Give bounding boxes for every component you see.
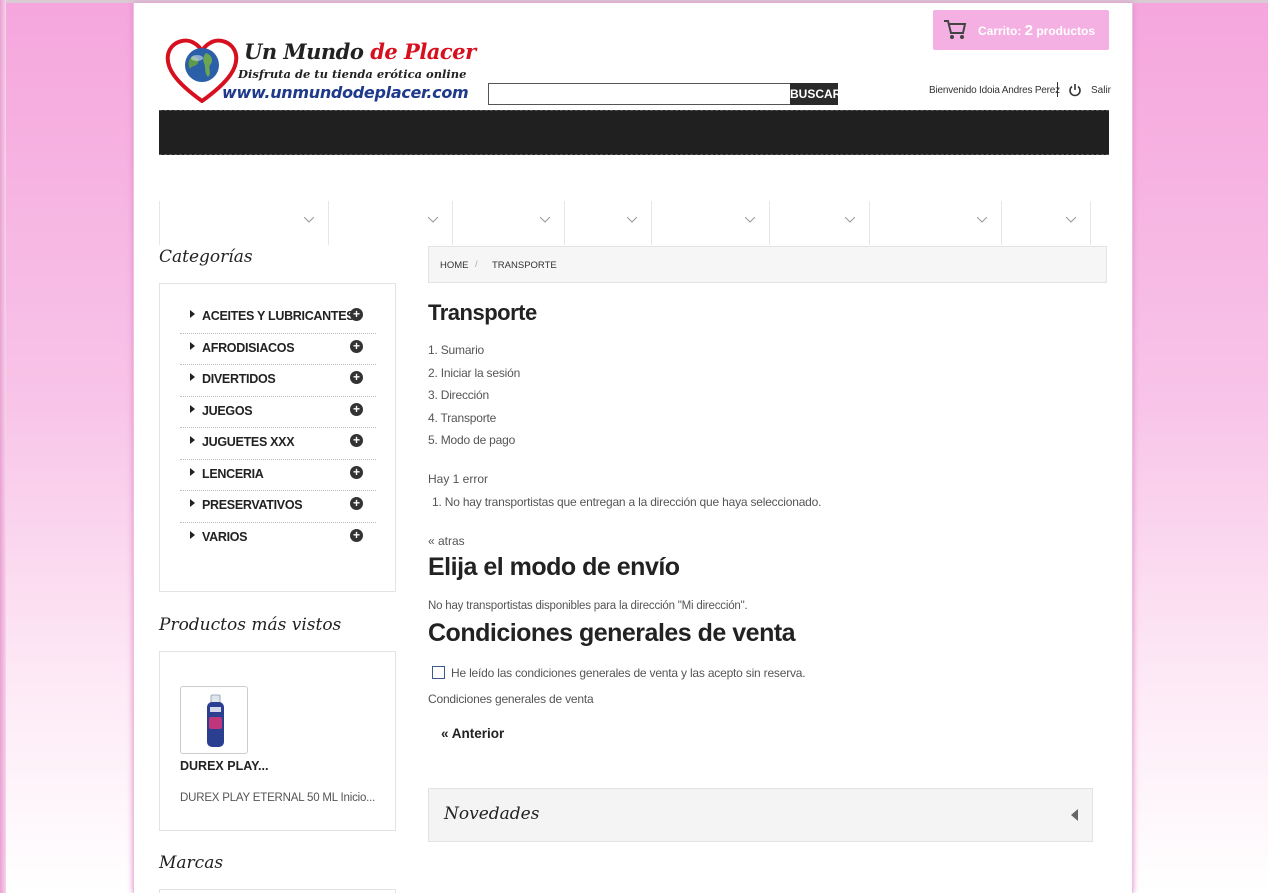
chevron-down-icon xyxy=(745,217,755,223)
categories-title: Categorías xyxy=(159,247,253,267)
brands-box xyxy=(159,889,396,893)
no-carrier-message: No hay transportistas disponibles para l… xyxy=(428,600,748,612)
logo-url: www.unmundodeplacer.com xyxy=(222,83,469,102)
breadcrumb: HOME / TRANSPORTE xyxy=(428,246,1107,283)
novedades-title: Novedades xyxy=(444,804,540,824)
categories-box: ACEITES Y LUBRICANTES + AFRODISIACOS + DIV… xyxy=(159,283,396,592)
product-name[interactable]: DUREX PLAY... xyxy=(180,759,268,773)
plus-icon[interactable]: + xyxy=(350,371,363,384)
step-item: 4. Transporte xyxy=(428,410,497,425)
back-link[interactable]: « atras xyxy=(428,534,465,548)
category-item[interactable]: AFRODISIACOS + xyxy=(180,334,376,365)
checkout-steps: 1. Sumario 2. Iniciar la sesión 3. Direc… xyxy=(428,343,520,456)
cart-count: 2 xyxy=(1024,22,1034,39)
caret-right-icon xyxy=(190,341,195,350)
terms-checkbox-label[interactable]: He leído las condiciones generales de ve… xyxy=(451,666,806,680)
logout-link[interactable]: Salir xyxy=(1091,85,1111,96)
left-edge xyxy=(0,0,6,893)
caret-right-icon xyxy=(190,310,195,318)
chevron-down-icon xyxy=(977,217,987,223)
step-item: 2. Iniciar la sesión xyxy=(428,365,521,380)
chevron-down-icon xyxy=(627,217,637,223)
previous-button[interactable]: « Anterior xyxy=(441,726,504,741)
caret-right-icon xyxy=(190,436,195,444)
error-message: 1. No hay transportistas que entregan a … xyxy=(432,495,822,509)
logo-tagline: Disfruta de tu tienda erótica online xyxy=(238,67,467,81)
caret-right-icon xyxy=(190,404,195,413)
novedades-panel[interactable]: Novedades xyxy=(428,788,1093,842)
terms-title: Condiciones generales de venta xyxy=(428,619,796,647)
menu-item[interactable] xyxy=(652,201,770,245)
product-thumbnail[interactable] xyxy=(180,686,248,754)
category-item[interactable]: JUGUETES XXX + xyxy=(180,428,376,460)
menu-item[interactable] xyxy=(159,201,329,245)
error-heading: Hay 1 error xyxy=(428,472,489,486)
page-title: Transporte xyxy=(428,300,537,325)
menu-item[interactable] xyxy=(870,201,1002,245)
caret-right-icon xyxy=(190,530,195,539)
cart-suffix: productos xyxy=(1033,24,1096,38)
brands-title: Marcas xyxy=(159,853,224,873)
step-item: 1. Sumario xyxy=(428,343,485,357)
breadcrumb-current: TRANSPORTE xyxy=(492,260,557,271)
breadcrumb-home[interactable]: HOME xyxy=(440,260,469,271)
search-input[interactable] xyxy=(488,83,790,105)
category-item[interactable]: VARIOS + xyxy=(180,523,376,555)
plus-icon[interactable]: + xyxy=(350,528,363,542)
chevron-down-icon xyxy=(540,217,550,223)
category-item[interactable]: LENCERIA + xyxy=(180,460,376,491)
menu-item[interactable] xyxy=(565,201,652,245)
caret-left-icon[interactable] xyxy=(1071,809,1078,821)
chevron-down-icon xyxy=(845,217,855,223)
menu-item[interactable] xyxy=(1002,201,1091,245)
logo-title: Un Mundo de Placer xyxy=(244,39,476,64)
top-menu xyxy=(159,201,1109,245)
product-description: DUREX PLAY ETERNAL 50 ML Inicio... xyxy=(180,792,376,804)
lubricant-bottle-image xyxy=(207,694,224,747)
category-item[interactable]: PRESERVATIVOS + xyxy=(180,491,376,523)
power-icon[interactable] xyxy=(1068,83,1082,97)
plus-icon[interactable]: + xyxy=(350,465,363,479)
plus-icon[interactable]: + xyxy=(350,497,363,510)
category-item[interactable]: DIVERTIDOS + xyxy=(180,365,376,397)
category-item[interactable]: ACEITES Y LUBRICANTES + xyxy=(180,302,376,334)
page-container: Un Mundo de Placer Disfruta de tu tienda… xyxy=(133,3,1133,893)
cart-summary: Carrito: 2 productos xyxy=(978,22,1095,39)
breadcrumb-separator: / xyxy=(475,259,478,270)
terms-checkbox[interactable] xyxy=(432,666,445,679)
menu-item[interactable] xyxy=(770,201,870,245)
menu-item[interactable] xyxy=(329,201,453,245)
terms-link[interactable]: Condiciones generales de venta xyxy=(428,692,594,706)
menu-item[interactable] xyxy=(453,201,565,245)
shipping-method-title: Elija el modo de envío xyxy=(428,553,680,581)
search-form: BUSCAR xyxy=(488,83,841,105)
search-button[interactable]: BUSCAR xyxy=(790,83,841,105)
plus-icon[interactable]: + xyxy=(350,434,363,447)
site-logo[interactable]: Un Mundo de Placer Disfruta de tu tienda… xyxy=(164,37,476,107)
step-item: 3. Dirección xyxy=(428,388,489,402)
category-item[interactable]: JUEGOS + xyxy=(180,397,376,428)
step-item: 5. Modo de pago xyxy=(428,433,516,447)
main-nav-bar xyxy=(159,110,1109,155)
caret-right-icon xyxy=(190,467,195,476)
chevron-down-icon xyxy=(1066,217,1076,223)
caret-right-icon xyxy=(190,373,195,381)
plus-icon[interactable]: + xyxy=(350,308,363,321)
cart-icon xyxy=(944,20,967,39)
viewed-products-title: Productos más vistos xyxy=(159,615,342,635)
plus-icon[interactable]: + xyxy=(350,339,363,353)
viewed-products-box: DUREX PLAY... DUREX PLAY ETERNAL 50 ML I… xyxy=(159,651,396,831)
cart-button[interactable]: Carrito: 2 productos xyxy=(933,10,1109,50)
header-divider xyxy=(1057,82,1058,97)
plus-icon[interactable]: + xyxy=(350,402,363,416)
chevron-down-icon xyxy=(304,217,314,223)
category-list: ACEITES Y LUBRICANTES + AFRODISIACOS + DIV… xyxy=(180,302,376,554)
welcome-text: Bienvenido Idoia Andres Perez xyxy=(929,85,1060,96)
chevron-down-icon xyxy=(428,217,438,223)
cart-label: Carrito: xyxy=(978,24,1025,38)
caret-right-icon xyxy=(190,499,195,507)
